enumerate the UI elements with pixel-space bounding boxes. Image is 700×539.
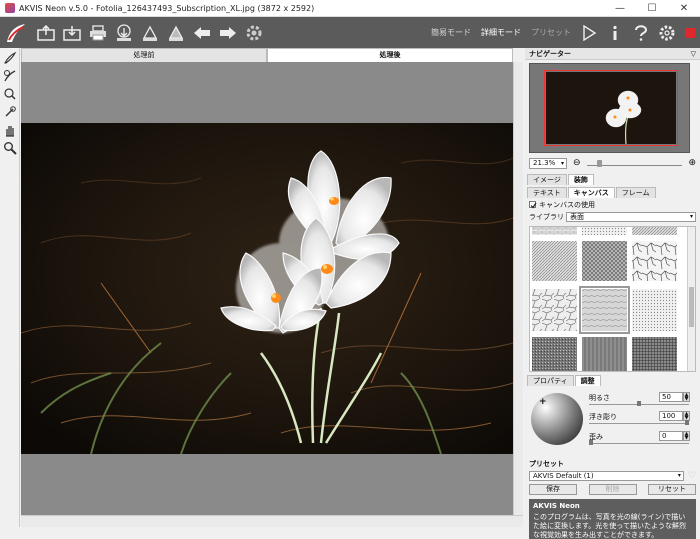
distortion-spinner[interactable]: ▲ ▼: [683, 431, 690, 441]
redo-icon[interactable]: [217, 22, 239, 44]
tab-image[interactable]: イメージ: [527, 174, 567, 185]
history-brush-icon[interactable]: [2, 68, 18, 84]
use-canvas-row: キャンバスの使用: [529, 199, 696, 210]
preferences-gear-icon[interactable]: [656, 22, 678, 44]
navigator-header: ナビゲーター ▽: [525, 48, 700, 60]
navigator-title: ナビゲーター: [529, 50, 571, 58]
akvis-logo: [3, 20, 29, 46]
info-icon[interactable]: [604, 22, 626, 44]
title-bar: AKVIS Neon v.5.0 - Fotolia_126437493_Sub…: [0, 0, 700, 17]
minimize-button[interactable]: —: [604, 0, 636, 17]
open-image-icon[interactable]: [35, 22, 57, 44]
print-icon[interactable]: [87, 22, 109, 44]
library-row: ライブラリ 表面 ▾: [529, 211, 696, 223]
relief-field[interactable]: 100: [659, 411, 683, 421]
zoom-field[interactable]: 21.3% ▾: [529, 157, 567, 169]
presets-mode-button[interactable]: プリセット: [531, 27, 571, 38]
navigator-view-frame[interactable]: [544, 70, 678, 146]
info-text: このプログラムは、写真を光の線(ライン)で描いた絵に変換します。光を使って描いた…: [533, 513, 686, 539]
preset-buttons: 保存 削除 リセット: [529, 484, 696, 496]
tab-properties[interactable]: プロパティ: [527, 375, 574, 386]
presets-title: プリセット: [529, 460, 564, 468]
eraser-tool-icon[interactable]: [2, 86, 18, 102]
adjust-tabs: プロパティ 調整: [527, 375, 700, 386]
zoom-slider[interactable]: [586, 160, 683, 167]
save-image-icon[interactable]: [61, 22, 83, 44]
share-icon[interactable]: [113, 22, 135, 44]
zoom-in-icon[interactable]: ⊕: [688, 158, 696, 168]
canvas-horizontal-scrollbar[interactable]: [21, 515, 523, 527]
save-preset-icon[interactable]: [165, 22, 187, 44]
tab-before[interactable]: 処理前: [21, 48, 267, 62]
tab-frame[interactable]: フレーム: [615, 187, 656, 198]
texture-grid[interactable]: [529, 226, 696, 372]
brightness-slider-handle[interactable]: [637, 401, 641, 406]
texture-grid-scrollbar[interactable]: [687, 227, 695, 371]
collapse-chevron-icon[interactable]: ▽: [691, 48, 696, 60]
left-toolbar: [0, 48, 20, 527]
tab-text[interactable]: テキスト: [527, 187, 567, 198]
tab-canvas[interactable]: キャンバス: [567, 187, 615, 198]
main-tabs: イメージ 装飾: [527, 174, 700, 185]
tab-adjust[interactable]: 調整: [574, 375, 601, 386]
smudge-tool-icon[interactable]: [2, 104, 18, 120]
light-source-crosshair-icon[interactable]: +: [539, 397, 547, 407]
zoom-tool-icon[interactable]: [2, 140, 18, 156]
decoration-sub-tabs: テキスト キャンバス フレーム: [527, 187, 700, 198]
save-preset-button[interactable]: 保存: [529, 484, 577, 495]
distortion-slider-handle[interactable]: [589, 440, 593, 445]
run-play-icon[interactable]: [578, 22, 600, 44]
reset-preset-button[interactable]: リセット: [648, 484, 696, 495]
undo-icon[interactable]: [191, 22, 213, 44]
chevron-down-icon: ▾: [677, 472, 681, 479]
distortion-slider[interactable]: [589, 440, 689, 445]
distortion-field[interactable]: 0: [659, 431, 683, 441]
tab-after[interactable]: 処理後: [267, 48, 513, 62]
zoom-row: 21.3% ▾ ⊖ ⊕: [529, 156, 696, 170]
relief-slider[interactable]: [589, 420, 689, 425]
brightness-slider[interactable]: [589, 401, 689, 406]
window-title: AKVIS Neon v.5.0 - Fotolia_126437493_Sub…: [19, 3, 315, 13]
simple-mode-button[interactable]: 簡易モード: [431, 27, 471, 38]
settings-gear-icon[interactable]: [243, 22, 265, 44]
view-tabs: 処理前 処理後: [21, 48, 513, 62]
brightness-field[interactable]: 50: [659, 392, 683, 402]
maximize-button[interactable]: ☐: [636, 0, 668, 17]
app-icon: [5, 3, 15, 13]
use-canvas-checkbox[interactable]: [529, 201, 537, 209]
hand-tool-icon[interactable]: [2, 122, 18, 138]
feed-red-icon[interactable]: [685, 27, 695, 38]
brush-tool-icon[interactable]: [2, 50, 18, 66]
right-panel: ナビゲーター ▽ 21.3% ▾ ⊖ ⊕ イメージ 装飾 テキスト キャンバス …: [525, 48, 700, 539]
canvas-vertical-scrollbar[interactable]: [513, 62, 523, 515]
preset-select[interactable]: AKVIS Default (1) ▾: [529, 471, 684, 481]
library-label: ライブラリ: [529, 213, 564, 221]
library-select[interactable]: 表面 ▾: [566, 212, 696, 222]
delete-preset-button[interactable]: 削除: [588, 484, 637, 495]
chevron-down-icon: ▾: [689, 213, 693, 220]
image-canvas[interactable]: [21, 62, 513, 515]
toolbar-right: 簡易モード 詳細モード プリセット: [426, 22, 700, 44]
tab-decoration[interactable]: 装飾: [567, 174, 594, 185]
zoom-out-icon[interactable]: ⊖: [573, 158, 581, 168]
info-panel: AKVIS Neon このプログラムは、写真を光の線(ライン)で描いた絵に変換し…: [529, 499, 696, 539]
brightness-spinner[interactable]: ▲ ▼: [683, 392, 690, 402]
relief-slider-handle[interactable]: [685, 420, 689, 425]
help-icon[interactable]: [630, 22, 652, 44]
adjust-panel: + 明るさ 50 ▲ ▼ 浮き彫り 100 ▲ ▼ 歪み 0 ▲ ▼: [529, 389, 696, 455]
main-toolbar: 簡易モード 詳細モード プリセット: [0, 17, 700, 48]
close-button[interactable]: ✕: [668, 0, 700, 17]
favorite-heart-icon[interactable]: ♡: [688, 471, 696, 481]
load-preset-icon[interactable]: [139, 22, 161, 44]
use-canvas-label: キャンバスの使用: [539, 200, 595, 209]
preset-row: AKVIS Default (1) ▾ ♡: [529, 470, 696, 482]
navigator-preview[interactable]: [529, 63, 690, 153]
info-title: AKVIS Neon: [533, 502, 580, 510]
processed-image[interactable]: [21, 123, 513, 454]
advanced-mode-button[interactable]: 詳細モード: [481, 27, 521, 38]
